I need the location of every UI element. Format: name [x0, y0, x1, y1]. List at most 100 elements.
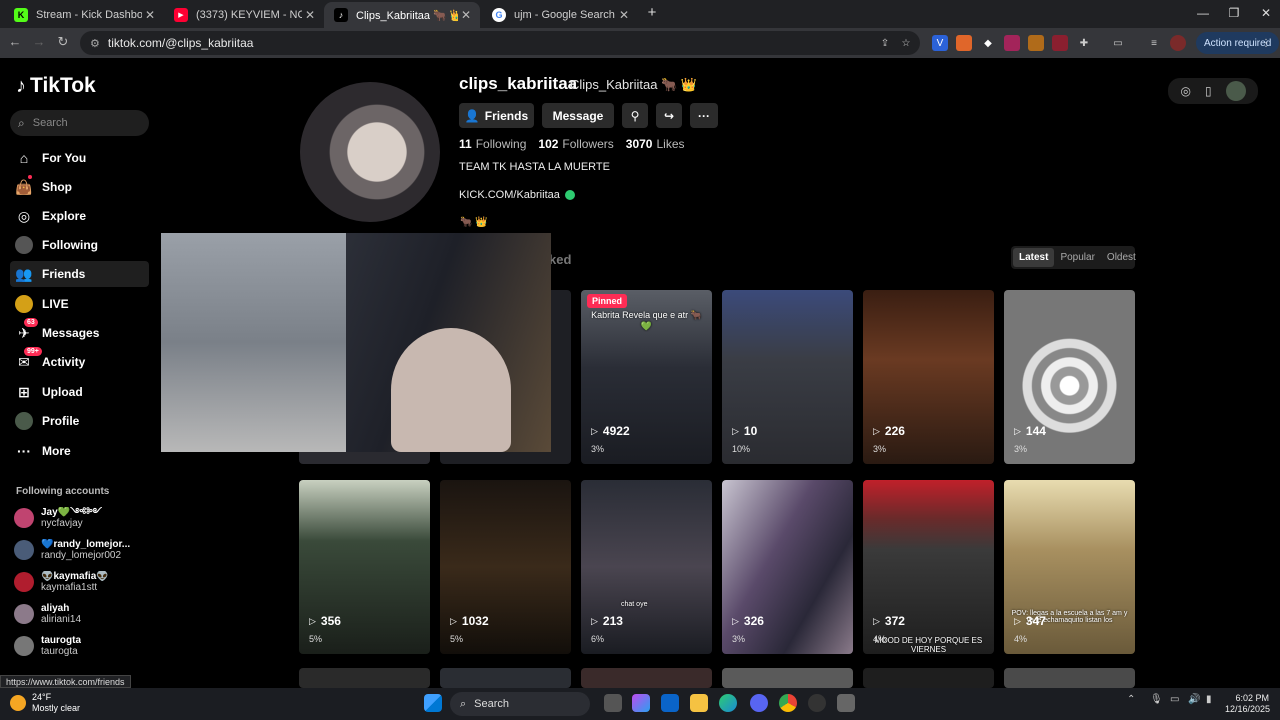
coin-icon[interactable]: ◎: [1180, 84, 1190, 98]
task-view-icon[interactable]: [604, 694, 622, 712]
message-button[interactable]: Message: [542, 103, 614, 128]
profile-avatar[interactable]: [300, 82, 440, 222]
followers-stat[interactable]: 102 Followers: [538, 137, 613, 151]
tab-kick-dashboard[interactable]: K Stream - Kick Dashboard ✕: [4, 2, 164, 28]
tab-tiktok-profile[interactable]: ♪ Clips_Kabriitaa 🐂 👑 (@clips_ ✕: [324, 2, 480, 28]
video-card[interactable]: ▷ 144 3%: [1004, 290, 1135, 464]
forward-icon[interactable]: →: [30, 34, 48, 49]
friends-icon: 👥: [15, 265, 33, 282]
extension-icon[interactable]: [1052, 35, 1068, 51]
following-account[interactable]: 👽kaymafia👽 kaymafia1stt: [14, 568, 154, 596]
video-card[interactable]: ▷ 1032 5%: [440, 480, 571, 654]
tab-google-search[interactable]: G ujm - Google Search ✕: [482, 2, 638, 28]
video-card[interactable]: [299, 668, 430, 688]
more-options-icon[interactable]: ···: [690, 103, 718, 128]
browser-menu-icon[interactable]: ⋮: [1258, 35, 1274, 51]
windows-start-icon[interactable]: [424, 694, 442, 712]
extension-icon[interactable]: V: [932, 35, 948, 51]
share-icon[interactable]: ↪: [656, 103, 682, 128]
maximize-icon[interactable]: ❐: [1224, 6, 1244, 20]
close-window-icon[interactable]: ✕: [1256, 6, 1276, 20]
tab-liked[interactable]: ked: [549, 252, 571, 267]
media-controls-icon[interactable]: ≡: [1146, 35, 1162, 51]
sidebar-item-live[interactable]: LIVE: [10, 291, 149, 317]
video-card[interactable]: ▷ 356 5%: [299, 480, 430, 654]
following-account[interactable]: taurogta taurogta: [14, 632, 154, 660]
search-input[interactable]: ⌕ Search: [10, 110, 149, 136]
copilot-icon[interactable]: [632, 694, 650, 712]
following-stat[interactable]: 11 Following: [459, 137, 526, 151]
back-icon[interactable]: ←: [6, 34, 24, 49]
video-card[interactable]: Pinned Kabrita Revela que e atr 🐂💚 ▷ 4922…: [581, 290, 712, 464]
profile-link[interactable]: KICK.COM/Kabriitaa: [459, 189, 575, 201]
minimize-icon[interactable]: —: [1193, 6, 1213, 20]
sidebar-item-upload[interactable]: ⊞ Upload: [10, 379, 149, 405]
network-icon[interactable]: ▭: [1170, 694, 1184, 712]
edge-icon[interactable]: [719, 694, 737, 712]
suggested-accounts-icon[interactable]: ⚲: [622, 103, 648, 128]
device-icon[interactable]: ▯: [1205, 84, 1212, 98]
side-panel-icon[interactable]: ▭: [1110, 35, 1126, 51]
tab-youtube[interactable]: ▶ (3373) KEYVIEM - NORTH C ✕: [164, 2, 324, 28]
sidebar-item-profile[interactable]: Profile: [10, 408, 149, 434]
sidebar-item-more[interactable]: ··· More: [10, 438, 149, 464]
friends-button[interactable]: 👤 Friends: [459, 103, 534, 128]
sort-popular[interactable]: Popular: [1054, 248, 1100, 267]
outlook-icon[interactable]: [661, 694, 679, 712]
extension-icon[interactable]: ◆: [980, 35, 996, 51]
tray-chevron-icon[interactable]: ⌃: [1127, 694, 1141, 712]
obs-icon[interactable]: [808, 694, 826, 712]
sidebar-item-shop[interactable]: 👜 Shop: [10, 174, 149, 200]
sort-latest[interactable]: Latest: [1013, 248, 1055, 267]
discord-icon[interactable]: [750, 694, 768, 712]
site-info-icon[interactable]: ⚙: [90, 37, 100, 50]
video-card[interactable]: MOOD DE HOY PORQUE ES VIERNES ▷ 372 4%: [863, 480, 994, 654]
taskbar-clock[interactable]: 6:02 PM 12/16/2025: [1225, 693, 1270, 715]
sidebar-item-activity[interactable]: ✉ 99+ Activity: [10, 347, 149, 375]
video-card[interactable]: [863, 668, 994, 688]
video-card[interactable]: [722, 668, 853, 688]
close-tab-icon[interactable]: ✕: [142, 8, 158, 22]
extension-icon[interactable]: [956, 35, 972, 51]
extension-icon[interactable]: [1004, 35, 1020, 51]
close-tab-icon[interactable]: ✕: [302, 8, 318, 22]
sidebar-item-messages[interactable]: ✈ 63 Messages: [10, 318, 149, 346]
following-account[interactable]: Jay💚༺༻ nycfavjay: [14, 504, 154, 532]
extensions-puzzle-icon[interactable]: ✚: [1076, 35, 1092, 51]
bookmark-star-icon[interactable]: ☆: [898, 35, 914, 51]
address-bar[interactable]: ⚙ tiktok.com/@clips_kabriitaa: [80, 31, 920, 55]
volume-icon[interactable]: 🔊: [1188, 694, 1202, 712]
following-account[interactable]: aliyah aliriani14: [14, 600, 154, 628]
extension-icon[interactable]: [1028, 35, 1044, 51]
profile-avatar-icon[interactable]: [1170, 35, 1186, 51]
video-card[interactable]: ▷ 10 10%: [722, 290, 853, 464]
file-explorer-icon[interactable]: [690, 694, 708, 712]
microphone-icon[interactable]: 🎙: [1150, 694, 1164, 712]
video-card[interactable]: ▷ 226 3%: [863, 290, 994, 464]
floating-video-preview[interactable]: [161, 233, 551, 452]
following-account[interactable]: 💙randy_lomejor... randy_lomejor002: [14, 536, 154, 564]
user-avatar[interactable]: [1225, 81, 1246, 101]
weather-widget[interactable]: 24°F Mostly clear: [10, 692, 80, 714]
tiktok-logo[interactable]: ♪ TikTok: [16, 74, 96, 98]
sidebar-item-following[interactable]: Following: [10, 232, 149, 258]
video-card[interactable]: chat oye ▷ 213 6%: [581, 480, 712, 654]
video-card[interactable]: [581, 668, 712, 688]
settings-gear-icon[interactable]: [837, 694, 855, 712]
reload-icon[interactable]: ↻: [54, 34, 72, 50]
new-tab-icon[interactable]: +: [642, 4, 662, 21]
taskbar-search[interactable]: ⌕ Search: [450, 692, 590, 716]
sidebar-item-for-you[interactable]: ⌂ For You: [10, 145, 149, 171]
close-tab-icon[interactable]: ✕: [458, 8, 474, 22]
battery-icon[interactable]: ▮: [1206, 694, 1220, 712]
video-card[interactable]: [440, 668, 571, 688]
video-card[interactable]: POV: llegas a la escuela a las 7 am y ya…: [1004, 480, 1135, 654]
close-tab-icon[interactable]: ✕: [616, 8, 632, 22]
sidebar-item-explore[interactable]: ◎ Explore: [10, 203, 149, 229]
sidebar-item-friends[interactable]: 👥 Friends: [10, 261, 149, 287]
install-app-icon[interactable]: ⇪: [877, 35, 893, 51]
chrome-icon[interactable]: [779, 694, 797, 712]
sort-oldest[interactable]: Oldest: [1101, 248, 1142, 267]
video-card[interactable]: [1004, 668, 1135, 688]
video-card[interactable]: ▷ 326 3%: [722, 480, 853, 654]
